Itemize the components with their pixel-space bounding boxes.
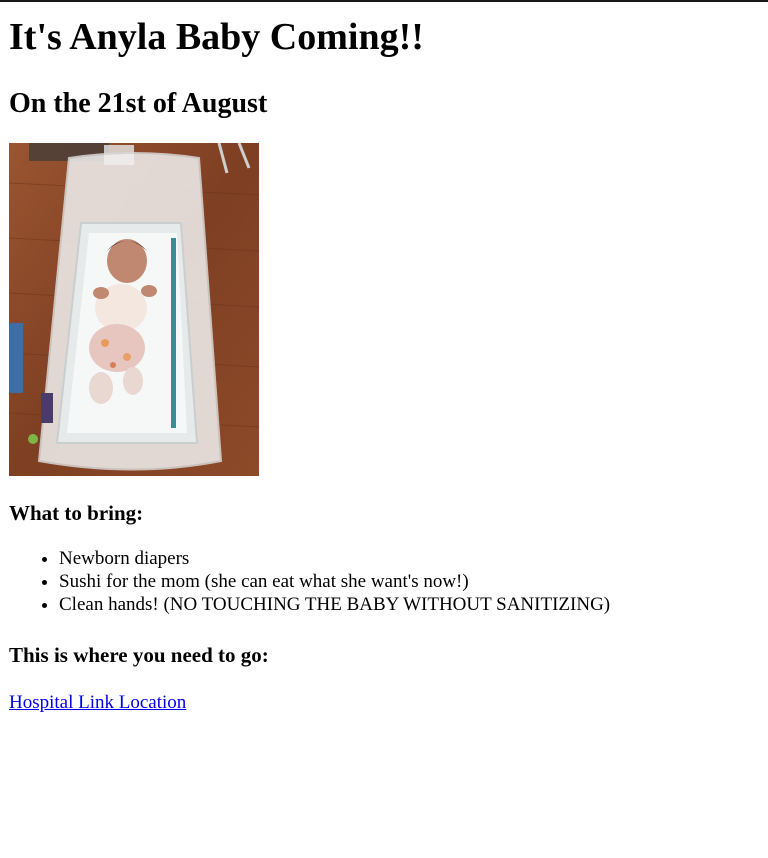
event-date: On the 21st of August (9, 88, 268, 119)
list-item: Sushi for the mom (she can eat what she … (59, 570, 759, 593)
list-item: Newborn diapers (59, 547, 759, 570)
bring-list: Newborn diapers Sushi for the mom (she c… (9, 547, 759, 616)
bring-heading: What to bring: (9, 501, 144, 525)
page-content: It's Anyla Baby Coming!! On the 21st of … (0, 0, 768, 714)
hospital-location-link[interactable]: Hospital Link Location (9, 692, 186, 713)
top-border (0, 0, 768, 2)
page-title: It's Anyla Baby Coming!! (9, 16, 424, 58)
baby-photo (9, 143, 259, 476)
list-item: Clean hands! (NO TOUCHING THE BABY WITHO… (59, 593, 759, 616)
link-container: Hospital Link Location (9, 691, 759, 714)
location-heading: This is where you need to go: (9, 643, 269, 667)
